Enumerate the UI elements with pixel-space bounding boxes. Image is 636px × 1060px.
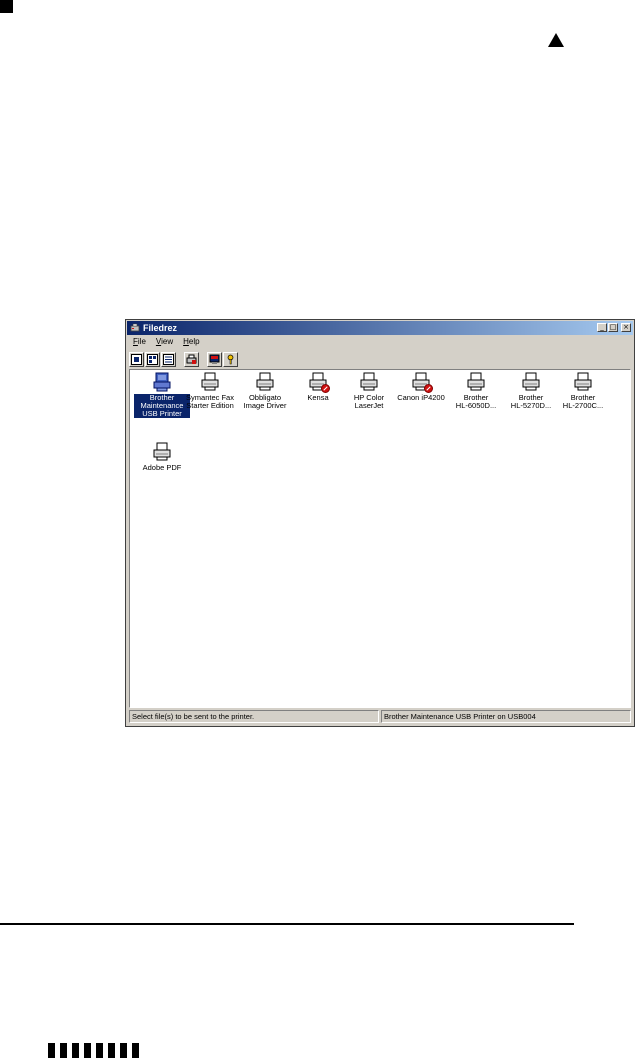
printer-item-canon-ip4200[interactable]: Canon iP4200 — [393, 372, 449, 402]
printer-error-icon — [411, 372, 433, 393]
printer-label: Symantec Fax Starter Edition — [186, 393, 234, 410]
close-button[interactable]: × — [621, 323, 631, 332]
printer-label: HP Color LaserJet — [353, 393, 385, 410]
status-printer: Brother Maintenance USB Printer on USB00… — [381, 710, 631, 723]
printer-icon — [521, 372, 541, 392]
view-list-button[interactable] — [161, 351, 176, 367]
printer-label: Canon iP4200 — [397, 393, 445, 402]
printer-icon — [466, 372, 486, 392]
printer-item-obbligato[interactable]: Obbligato Image Driver — [237, 372, 293, 410]
view-small-icons-button[interactable] — [145, 351, 160, 367]
select-printer-button[interactable] — [207, 351, 222, 367]
menu-help[interactable]: Help — [178, 336, 204, 348]
printer-label: Adobe PDF — [142, 463, 182, 472]
printer-item-adobe-pdf[interactable]: Adobe PDF — [134, 442, 190, 472]
printer-icon — [255, 372, 275, 392]
title-bar[interactable]: Filedrez _ □ × — [127, 321, 633, 335]
large-icons-icon — [131, 353, 142, 365]
small-icons-icon — [147, 353, 158, 365]
page-mark — [84, 1043, 91, 1058]
help-button[interactable] — [223, 351, 238, 367]
minimize-button[interactable]: _ — [597, 323, 607, 332]
filedrez-window: Filedrez _ □ × File View Help Brother Ma… — [125, 319, 635, 727]
printer-list: Brother Maintenance USB Printer Symantec… — [129, 369, 631, 708]
printer-icon — [200, 372, 220, 392]
page-mark — [48, 1043, 55, 1058]
printer-icon — [573, 372, 593, 392]
printer-label: Brother HL-5270D... — [510, 393, 552, 410]
printer-item-symantec-fax[interactable]: Symantec Fax Starter Edition — [182, 372, 238, 410]
printer-label: Brother HL-6050D... — [455, 393, 497, 410]
printer-item-brother-hl6050d[interactable]: Brother HL-6050D... — [448, 372, 504, 410]
menu-view[interactable]: View — [151, 336, 178, 348]
toolbar — [129, 350, 238, 368]
page-mark — [132, 1043, 139, 1058]
window-title: Filedrez — [143, 323, 178, 333]
printer-icon — [152, 442, 172, 462]
maximize-button[interactable]: □ — [608, 323, 618, 332]
page-mark — [60, 1043, 67, 1058]
select-printer-icon — [209, 354, 220, 364]
up-triangle-icon — [548, 33, 564, 47]
status-bar: Select file(s) to be sent to the printer… — [129, 710, 631, 723]
printer-item-brother-hl5270d[interactable]: Brother HL-5270D... — [503, 372, 559, 410]
error-badge-icon — [424, 384, 433, 393]
printer-icon — [359, 372, 379, 392]
page-corner-mark — [0, 0, 13, 13]
error-badge-icon — [321, 384, 330, 393]
printer-properties-button[interactable] — [184, 351, 199, 367]
printer-item-kensa[interactable]: Kensa — [290, 372, 346, 402]
page-mark — [108, 1043, 115, 1058]
printer-label: Obbligato Image Driver — [243, 393, 287, 410]
printer-label: Kensa — [307, 393, 329, 402]
printer-properties-icon — [186, 354, 197, 364]
help-key-icon — [227, 354, 234, 364]
menu-file[interactable]: File — [128, 336, 151, 348]
printer-item-hp-color-laserjet[interactable]: HP Color LaserJet — [341, 372, 397, 410]
printer-error-icon — [308, 372, 330, 393]
page-marks — [48, 1043, 139, 1058]
page-mark — [120, 1043, 127, 1058]
page-mark — [96, 1043, 103, 1058]
network-printer-icon — [152, 372, 172, 392]
printer-label: Brother HL-2700C... — [562, 393, 604, 410]
printer-item-brother-hl2700c[interactable]: Brother HL-2700C... — [555, 372, 611, 410]
view-large-icons-button[interactable] — [129, 351, 144, 367]
page-mark — [72, 1043, 79, 1058]
horizontal-rule — [0, 923, 574, 925]
list-icon — [163, 353, 174, 365]
menu-bar: File View Help — [128, 336, 205, 348]
app-icon — [130, 323, 140, 332]
status-message: Select file(s) to be sent to the printer… — [129, 710, 379, 723]
